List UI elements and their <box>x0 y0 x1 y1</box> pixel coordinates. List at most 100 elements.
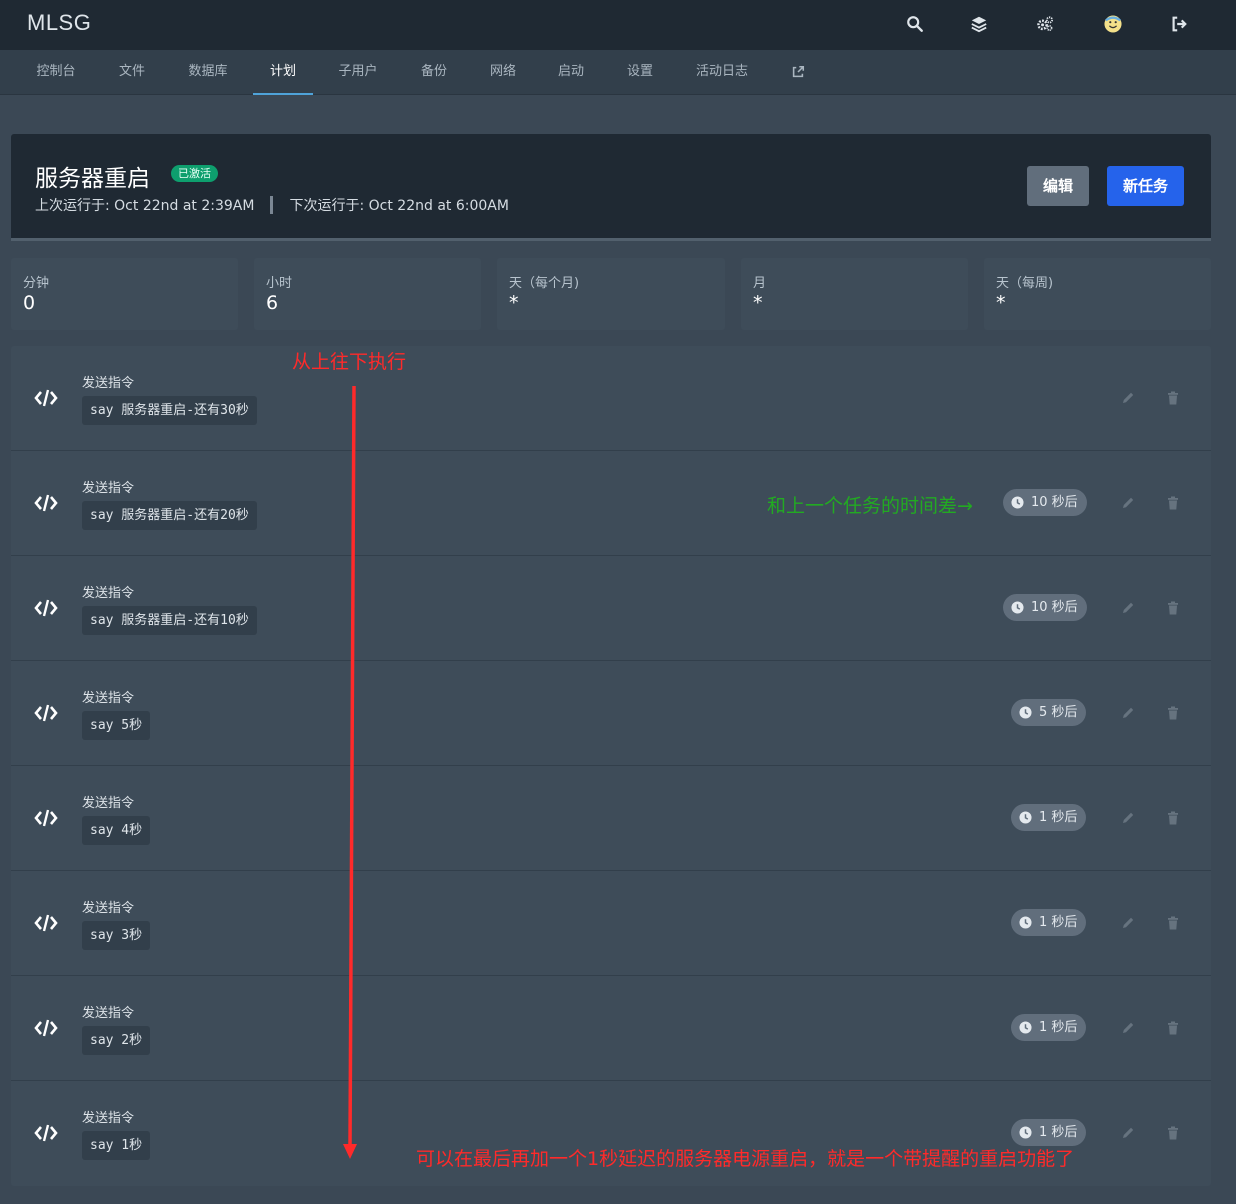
cron-value: * <box>753 292 763 314</box>
tab-backups[interactable]: 备份 <box>408 50 460 95</box>
delay-text: 1 秒后 <box>1039 915 1078 930</box>
cron-day-of-month: 天（每个月) * <box>497 258 725 330</box>
clock-icon <box>1019 916 1032 929</box>
task-title: 发送指令 <box>82 1006 135 1021</box>
code-icon <box>34 494 58 512</box>
pencil-icon[interactable] <box>1120 495 1136 511</box>
trash-icon[interactable] <box>1165 810 1181 826</box>
new-task-button[interactable]: 新任务 <box>1107 166 1185 206</box>
clock-icon <box>1019 811 1032 824</box>
task-command: say 2秒 <box>82 1026 151 1055</box>
code-icon <box>34 1124 58 1142</box>
edit-button[interactable]: 编辑 <box>1027 166 1090 206</box>
cron-label: 月 <box>753 276 767 291</box>
tab-startup[interactable]: 启动 <box>545 50 597 95</box>
schedule-header: 服务器重启 已激活 上次运行于: Oct 22nd at 2:39AM 下次运行… <box>11 134 1211 241</box>
clock-icon <box>1019 706 1032 719</box>
next-run: 下次运行于: Oct 22nd at 6:00AM <box>289 198 509 214</box>
trash-icon[interactable] <box>1165 495 1181 511</box>
pencil-icon[interactable] <box>1120 810 1136 826</box>
delay-badge: 5 秒后 <box>1011 699 1087 726</box>
pencil-icon[interactable] <box>1120 915 1136 931</box>
delay-badge: 1 秒后 <box>1011 1014 1087 1041</box>
delay-badge: 10 秒后 <box>1003 489 1087 516</box>
cron-label: 分钟 <box>23 276 50 291</box>
code-icon <box>34 914 58 932</box>
cron-hour: 小时 6 <box>254 258 481 330</box>
task-row[interactable]: 发送指令 say 4秒 1 秒后 <box>11 766 1211 871</box>
cron-day-of-week: 天（每周) * <box>984 258 1211 330</box>
task-row[interactable]: 发送指令 say 3秒 1 秒后 <box>11 871 1211 976</box>
divider <box>270 196 274 214</box>
tab-network[interactable]: 网络 <box>477 50 529 95</box>
trash-icon[interactable] <box>1165 390 1181 406</box>
trash-icon[interactable] <box>1165 705 1181 721</box>
delay-text: 10 秒后 <box>1031 495 1078 510</box>
cron-value: 0 <box>23 292 36 314</box>
run-times: 上次运行于: Oct 22nd at 2:39AM 下次运行于: Oct 22n… <box>35 195 509 215</box>
pencil-icon[interactable] <box>1120 1125 1136 1141</box>
pencil-icon[interactable] <box>1120 1020 1136 1036</box>
clock-icon <box>1019 1021 1032 1034</box>
sub-nav: 控制台 文件 数据库 计划 子用户 备份 网络 启动 设置 活动日志 <box>0 50 1236 95</box>
tab-databases[interactable]: 数据库 <box>176 50 240 95</box>
tab-console[interactable]: 控制台 <box>22 50 90 95</box>
delay-badge: 1 秒后 <box>1011 1119 1087 1146</box>
last-run: 上次运行于: Oct 22nd at 2:39AM <box>35 198 255 214</box>
task-command: say 4秒 <box>82 816 151 845</box>
code-icon <box>34 599 58 617</box>
avatar[interactable] <box>1102 13 1124 35</box>
task-title: 发送指令 <box>82 796 135 811</box>
tab-schedules[interactable]: 计划 <box>253 50 313 95</box>
pencil-icon[interactable] <box>1120 390 1136 406</box>
task-command: say 5秒 <box>82 711 151 740</box>
cron-value: * <box>509 292 519 314</box>
cron-value: * <box>996 292 1006 314</box>
task-row[interactable]: 发送指令 say 服务器重启-还有10秒 10 秒后 <box>11 556 1211 661</box>
cron-minute: 分钟 0 <box>11 258 238 330</box>
cron-label: 小时 <box>266 276 293 291</box>
tab-files[interactable]: 文件 <box>108 50 156 95</box>
delay-badge: 10 秒后 <box>1003 594 1087 621</box>
tab-activity[interactable]: 活动日志 <box>684 50 760 95</box>
task-row[interactable]: 发送指令 say 服务器重启-还有30秒 <box>11 346 1211 451</box>
task-command: say 服务器重启-还有30秒 <box>82 396 257 425</box>
task-title: 发送指令 <box>82 1111 135 1126</box>
cron-month: 月 * <box>741 258 968 330</box>
pencil-icon[interactable] <box>1120 705 1136 721</box>
code-icon <box>34 809 58 827</box>
trash-icon[interactable] <box>1165 915 1181 931</box>
schedule-name: 服务器重启 <box>35 166 150 192</box>
red-arrow <box>343 386 357 1159</box>
pencil-icon[interactable] <box>1120 600 1136 616</box>
delay-text: 1 秒后 <box>1039 1125 1078 1140</box>
task-title: 发送指令 <box>82 376 135 391</box>
delay-text: 1 秒后 <box>1039 1020 1078 1035</box>
layers-icon[interactable] <box>968 13 990 35</box>
task-row[interactable]: 发送指令 say 服务器重启-还有20秒 10 秒后 <box>11 451 1211 556</box>
tab-subusers[interactable]: 子用户 <box>328 50 388 95</box>
annotation-time-diff: 和上一个任务的时间差→ <box>767 495 973 517</box>
task-title: 发送指令 <box>82 481 135 496</box>
logout-icon[interactable] <box>1168 13 1190 35</box>
tab-settings[interactable]: 设置 <box>614 50 666 95</box>
clock-icon <box>1011 496 1024 509</box>
task-title: 发送指令 <box>82 586 135 601</box>
cron-label: 天（每个月) <box>509 276 580 291</box>
external-link-icon[interactable] <box>782 50 814 95</box>
annotation-top-to-bottom: 从上往下执行 <box>292 351 407 373</box>
clock-icon <box>1011 601 1024 614</box>
task-command: say 服务器重启-还有20秒 <box>82 501 257 530</box>
trash-icon[interactable] <box>1165 1125 1181 1141</box>
trash-icon[interactable] <box>1165 1020 1181 1036</box>
cogs-icon[interactable] <box>1034 13 1056 35</box>
task-list: 发送指令 say 服务器重启-还有30秒 发送指令 say 服务器重启-还有20秒 10… <box>11 346 1211 1186</box>
task-row[interactable]: 发送指令 say 5秒 5 秒后 <box>11 661 1211 766</box>
search-icon[interactable] <box>904 13 926 35</box>
app-brand[interactable]: MLSG <box>27 10 91 36</box>
task-title: 发送指令 <box>82 691 135 706</box>
delay-text: 10 秒后 <box>1031 600 1078 615</box>
task-row[interactable]: 发送指令 say 2秒 1 秒后 <box>11 976 1211 1081</box>
trash-icon[interactable] <box>1165 600 1181 616</box>
code-icon <box>34 704 58 722</box>
